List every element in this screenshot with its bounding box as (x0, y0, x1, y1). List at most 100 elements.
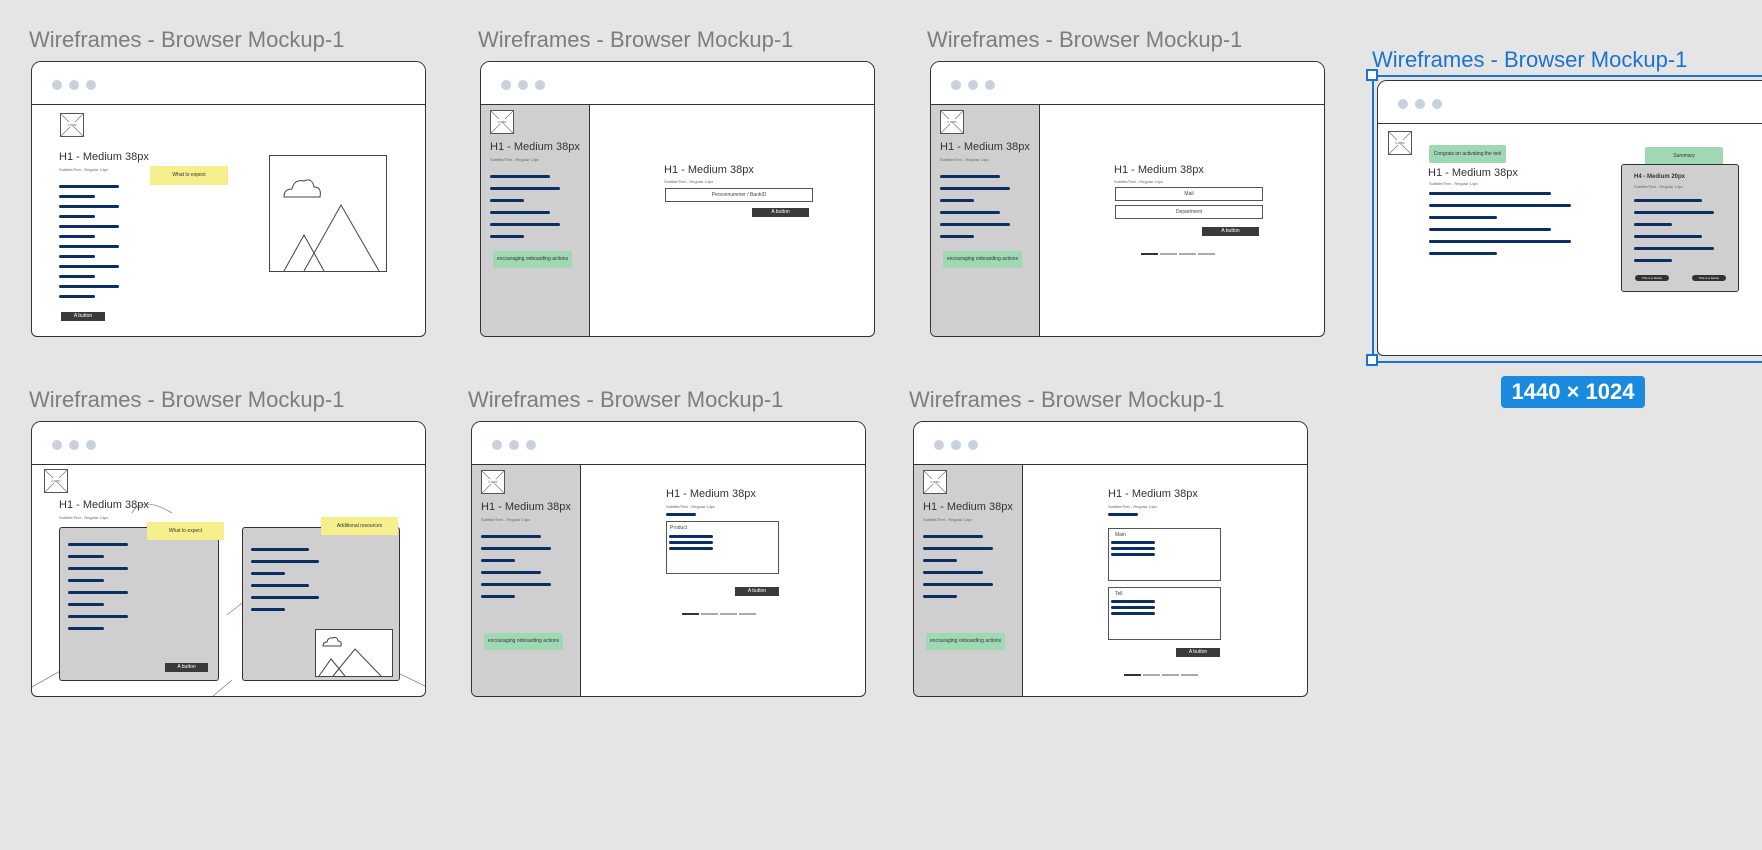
frame-title-6[interactable]: Wireframes - Browser Mockup-1 (468, 387, 783, 413)
frame-2[interactable]: Logo H1 - Medium 38px Subtitle/Text - Re… (480, 61, 875, 337)
text-line (59, 255, 95, 258)
window-dot (69, 440, 79, 450)
text-line (481, 559, 515, 562)
id-input[interactable]: Personnummer / BankID (665, 188, 813, 202)
text-line (251, 572, 285, 575)
text-line (59, 285, 119, 288)
window-dot (985, 80, 995, 90)
text-line (68, 579, 104, 582)
logo-placeholder: Logo (940, 110, 964, 134)
frame-title-7[interactable]: Wireframes - Browser Mockup-1 (909, 387, 1224, 413)
resize-handle[interactable] (1366, 354, 1378, 366)
page-content: Logo H1 - Medium 38px Subtitle/Text - Re… (32, 105, 425, 336)
page-title: H1 - Medium 38px (490, 141, 580, 153)
frame-title-1[interactable]: Wireframes - Browser Mockup-1 (29, 27, 344, 53)
text-line (923, 559, 957, 562)
department-input[interactable]: Department (1115, 205, 1263, 219)
text-line (490, 211, 550, 214)
onboarding-note[interactable]: encouraging onboarding actions (926, 633, 1005, 650)
frame-7[interactable]: Logo H1 - Medium 38px Subtitle/Text - Re… (913, 421, 1308, 697)
onboarding-note[interactable]: encouraging onboarding actions (493, 251, 572, 268)
frame-title-3[interactable]: Wireframes - Browser Mockup-1 (927, 27, 1242, 53)
text-line (940, 187, 1010, 190)
text-line (669, 541, 713, 544)
text-line (251, 608, 285, 611)
logo-placeholder: Logo (60, 113, 84, 137)
page-subtitle: Subtitle/Text - Regular 14px (59, 515, 109, 520)
window-dot (501, 80, 511, 90)
sticky-note[interactable]: What to expect (150, 166, 228, 185)
tell-box[interactable]: Tell (1108, 587, 1221, 640)
text-line (923, 535, 983, 538)
pager-step (739, 613, 756, 615)
browser-chrome (32, 62, 425, 105)
onboarding-note[interactable]: encouraging onboarding actions (943, 251, 1022, 268)
sidebar: Logo H1 - Medium 38px Subtitle/Text - Re… (914, 465, 1023, 696)
page-subtitle: Subtitle/Text - Regular 14px (1114, 179, 1164, 184)
primary-button[interactable]: A button (752, 208, 809, 217)
page-title: H1 - Medium 38px (1114, 164, 1204, 176)
sidebar: Logo H1 - Medium 38px Subtitle/Text - Re… (481, 105, 590, 336)
browser-chrome (481, 62, 874, 105)
primary-button[interactable]: A button (1202, 227, 1259, 236)
frame-3[interactable]: Logo H1 - Medium 38px Subtitle/Text - Re… (930, 61, 1325, 337)
text-line (251, 560, 319, 563)
page-subtitle: Subtitle/Text - Regular 14px (490, 157, 540, 162)
progress-line (1108, 513, 1138, 516)
page-title: H1 - Medium 38px (59, 151, 149, 163)
page-content: Logo H1 - Medium 38px Subtitle/Text - Re… (472, 465, 865, 696)
text-line (1111, 547, 1155, 550)
primary-button[interactable]: A button (61, 312, 105, 321)
sidebar: Logo H1 - Medium 38px Subtitle/Text - Re… (472, 465, 581, 696)
main-box[interactable]: Main (1108, 528, 1221, 581)
text-line (481, 571, 541, 574)
primary-button[interactable]: A button (1176, 648, 1220, 657)
page-title: H1 - Medium 38px (1108, 488, 1198, 500)
sticky-note[interactable]: Additional resources (321, 517, 398, 535)
frame-size-badge: 1440 × 1024 (1501, 376, 1645, 408)
primary-button[interactable]: A button (735, 587, 779, 596)
page-content: Logo H1 - Medium 38px Subtitle/Text - Re… (32, 465, 425, 696)
content-card: A button (59, 527, 219, 681)
window-dot (52, 80, 62, 90)
frame-1[interactable]: Logo H1 - Medium 38px Subtitle/Text - Re… (31, 61, 426, 337)
text-line (481, 583, 551, 586)
page-subtitle: Subtitle/Text - Regular 14px (666, 504, 716, 509)
text-line (923, 571, 983, 574)
frame-6[interactable]: Logo H1 - Medium 38px Subtitle/Text - Re… (471, 421, 866, 697)
window-dot (934, 440, 944, 450)
progress-line (666, 513, 696, 516)
text-line (481, 535, 541, 538)
product-box[interactable]: Product (666, 521, 779, 574)
primary-button[interactable]: A button (165, 663, 208, 672)
sticky-note[interactable]: What to expect (147, 522, 224, 540)
window-dot (518, 80, 528, 90)
window-dot (951, 440, 961, 450)
text-line (923, 547, 993, 550)
frame-title-5[interactable]: Wireframes - Browser Mockup-1 (29, 387, 344, 413)
text-line (59, 295, 95, 298)
onboarding-note[interactable]: encouraging onboarding actions (484, 633, 563, 650)
mail-input[interactable]: Mail (1115, 187, 1263, 201)
page-subtitle: Subtitle/Text - Regular 14px (1108, 504, 1158, 509)
box-label: Tell (1115, 591, 1123, 597)
text-line (1111, 553, 1155, 556)
browser-window: Logo H1 - Medium 38px Subtitle/Text - Re… (480, 61, 875, 337)
selection-outline (1372, 75, 1762, 363)
text-line (59, 265, 119, 268)
resize-handle[interactable] (1366, 69, 1378, 81)
frame-5[interactable]: Logo H1 - Medium 38px Subtitle/Text - Re… (31, 421, 426, 697)
text-line (490, 235, 524, 238)
window-dot (86, 80, 96, 90)
text-line (923, 595, 957, 598)
text-line (59, 195, 95, 198)
page-title: H1 - Medium 38px (481, 501, 571, 513)
text-line (251, 596, 319, 599)
image-placeholder-icon (269, 155, 387, 272)
browser-window: Logo H1 - Medium 38px Subtitle/Text - Re… (471, 421, 866, 697)
page-title: H1 - Medium 38px (940, 141, 1030, 153)
frame-title-4[interactable]: Wireframes - Browser Mockup-1 (1372, 47, 1687, 73)
window-dot (52, 440, 62, 450)
text-line (1111, 612, 1155, 615)
frame-title-2[interactable]: Wireframes - Browser Mockup-1 (478, 27, 793, 53)
